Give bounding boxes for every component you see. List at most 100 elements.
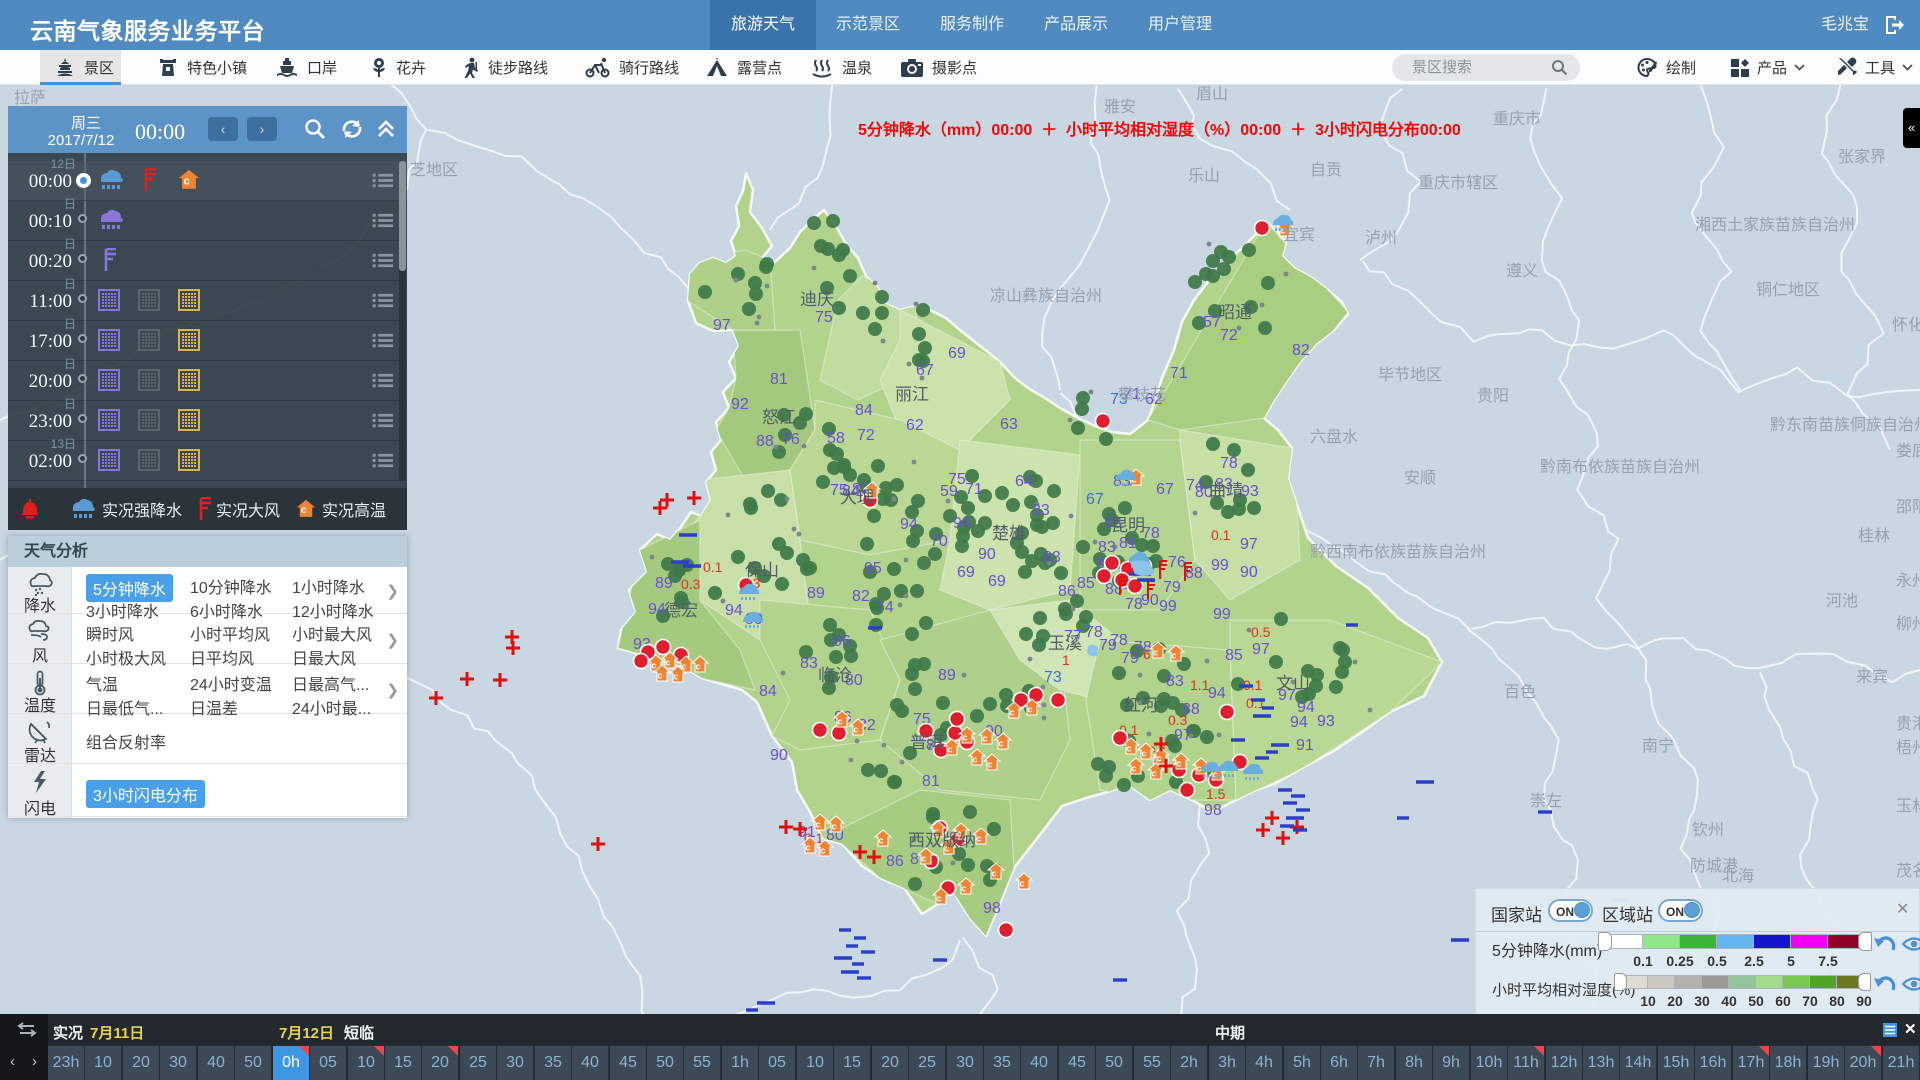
svg-text:83: 83	[1043, 549, 1061, 566]
svg-text:99: 99	[1213, 606, 1231, 623]
svg-text:83: 83	[800, 655, 818, 672]
svg-text:73: 73	[1044, 669, 1062, 686]
svg-text:c: c	[922, 854, 927, 864]
svg-text:芝地区: 芝地区	[410, 161, 458, 179]
svg-text:90: 90	[978, 546, 996, 563]
svg-text:安顺: 安顺	[1404, 469, 1436, 487]
svg-text:89: 89	[655, 575, 673, 592]
svg-text:钦州: 钦州	[1692, 821, 1724, 839]
svg-text:河池: 河池	[1826, 592, 1858, 610]
svg-text:怒江: 怒江	[762, 408, 796, 427]
svg-text:59: 59	[940, 483, 958, 500]
svg-text:乐山: 乐山	[1188, 167, 1220, 185]
svg-text:c: c	[973, 755, 978, 765]
svg-text:67: 67	[1086, 491, 1104, 508]
svg-text:c: c	[821, 846, 826, 856]
svg-text:78: 78	[1134, 639, 1152, 656]
svg-text:湘西土家族苗族自治州: 湘西土家族苗族自治州	[1695, 216, 1855, 234]
svg-text:81: 81	[770, 371, 788, 388]
svg-text:c: c	[1132, 764, 1137, 774]
svg-text:西双版纳: 西双版纳	[908, 831, 976, 850]
svg-text:c: c	[1154, 648, 1159, 658]
svg-text:c: c	[988, 760, 993, 770]
svg-text:永州: 永州	[1896, 572, 1920, 590]
svg-text:玉溪: 玉溪	[1048, 634, 1082, 653]
svg-text:来宾: 来宾	[1856, 668, 1888, 686]
svg-text:97: 97	[1252, 641, 1270, 658]
svg-text:昆明: 昆明	[1111, 516, 1145, 535]
svg-text:泸州: 泸州	[1365, 229, 1397, 247]
svg-text:98: 98	[983, 900, 1001, 917]
svg-text:70: 70	[930, 533, 948, 550]
svg-text:0.3: 0.3	[1168, 712, 1188, 728]
svg-text:98: 98	[1204, 802, 1222, 819]
svg-text:85: 85	[1077, 575, 1095, 592]
svg-text:c: c	[1028, 705, 1033, 715]
svg-text:92: 92	[731, 396, 749, 413]
svg-text:99: 99	[1159, 598, 1177, 615]
svg-text:c: c	[1152, 769, 1157, 779]
svg-text:c: c	[1197, 764, 1202, 774]
svg-text:c: c	[983, 734, 988, 744]
svg-text:1.5: 1.5	[1206, 786, 1226, 802]
svg-text:保山: 保山	[745, 561, 779, 580]
svg-text:78: 78	[1220, 455, 1238, 472]
svg-text:83: 83	[1032, 502, 1050, 519]
svg-text:c: c	[1010, 708, 1015, 718]
svg-text:c: c	[658, 671, 663, 681]
svg-text:宜宾: 宜宾	[1283, 226, 1315, 244]
svg-text:c: c	[879, 836, 884, 846]
svg-text:58: 58	[827, 430, 845, 447]
svg-text:怀化: 怀化	[1892, 316, 1920, 334]
svg-text:85: 85	[1225, 647, 1243, 664]
svg-text:铜仁地区: 铜仁地区	[1756, 281, 1820, 299]
svg-text:79: 79	[1163, 579, 1181, 596]
svg-text:94: 94	[1290, 714, 1308, 731]
svg-text:74: 74	[876, 599, 894, 616]
svg-text:c: c	[1172, 651, 1177, 661]
svg-text:迪庆: 迪庆	[800, 290, 834, 309]
svg-text:c: c	[652, 661, 657, 671]
svg-text:76: 76	[1168, 554, 1186, 571]
svg-text:凉山彝族自治州: 凉山彝族自治州	[990, 286, 1102, 305]
svg-text:c: c	[992, 869, 997, 879]
svg-text:c: c	[999, 739, 1004, 749]
svg-text:1.1: 1.1	[1190, 677, 1210, 693]
svg-text:c: c	[1127, 744, 1132, 754]
svg-text:0.5: 0.5	[1251, 624, 1271, 640]
svg-text:c: c	[1142, 749, 1147, 759]
svg-text:c: c	[963, 733, 968, 743]
svg-text:67: 67	[916, 362, 934, 379]
svg-text:c: c	[937, 894, 942, 904]
svg-text:北海: 北海	[1722, 867, 1754, 885]
svg-text:97: 97	[713, 317, 731, 334]
svg-text:90: 90	[1240, 564, 1258, 581]
svg-text:c: c	[977, 834, 982, 844]
svg-text:64: 64	[1015, 473, 1033, 490]
svg-text:72: 72	[857, 427, 875, 444]
svg-text:0.1: 0.1	[703, 559, 723, 575]
svg-text:梧州: 梧州	[1896, 739, 1920, 757]
svg-text:89: 89	[938, 667, 956, 684]
svg-text:c: c	[854, 725, 859, 735]
svg-text:c: c	[832, 822, 837, 832]
svg-text:94: 94	[900, 516, 918, 533]
svg-text:遵义: 遵义	[1506, 261, 1538, 280]
svg-text:黔西南布依族苗族自治州: 黔西南布依族苗族自治州	[1310, 543, 1486, 561]
svg-text:c: c	[696, 662, 701, 672]
svg-text:82: 82	[852, 588, 870, 605]
svg-text:88: 88	[756, 433, 774, 450]
svg-text:90: 90	[770, 747, 788, 764]
svg-text:玉林: 玉林	[1896, 797, 1920, 815]
svg-text:62: 62	[906, 417, 924, 434]
svg-text:84: 84	[855, 402, 873, 419]
svg-text:63: 63	[1000, 416, 1018, 433]
svg-text:94: 94	[953, 515, 971, 532]
svg-text:0.3: 0.3	[681, 576, 701, 592]
svg-text:84: 84	[759, 683, 777, 700]
svg-text:重庆市: 重庆市	[1493, 110, 1541, 128]
svg-text:拉萨: 拉萨	[14, 89, 46, 107]
svg-text:97: 97	[1240, 536, 1258, 553]
svg-text:89: 89	[807, 585, 825, 602]
svg-text:94: 94	[1208, 685, 1226, 702]
